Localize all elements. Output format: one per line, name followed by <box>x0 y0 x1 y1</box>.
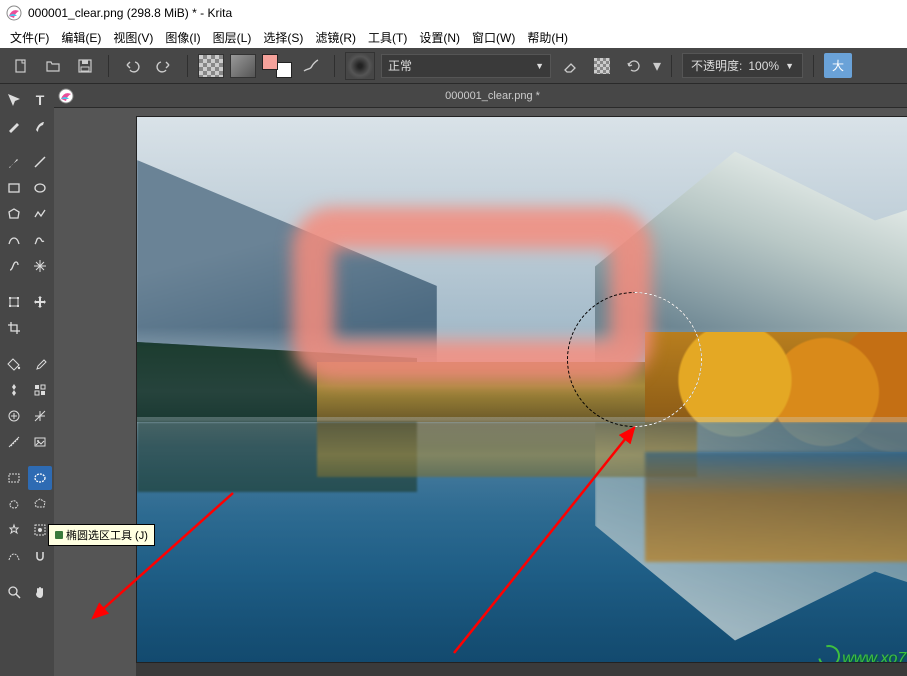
assistants-tool[interactable] <box>28 404 52 428</box>
polygon-tool[interactable] <box>2 202 26 226</box>
menu-help[interactable]: 帮助(H) <box>521 27 574 48</box>
bezier-select-tool[interactable] <box>2 544 26 568</box>
document-tab-bar: 000001_clear.png * <box>54 84 907 108</box>
zoom-tool[interactable] <box>2 580 26 604</box>
menu-window[interactable]: 窗口(W) <box>466 27 521 48</box>
selection-marquee[interactable] <box>567 292 702 427</box>
canvas-viewport[interactable]: www.xo7.com <box>54 108 907 676</box>
open-file-button[interactable] <box>40 53 66 79</box>
bezier-tool[interactable] <box>2 228 26 252</box>
menu-settings[interactable]: 设置(N) <box>413 27 466 48</box>
magnetic-select-tool[interactable] <box>28 544 52 568</box>
color-picker-tool[interactable] <box>28 352 52 376</box>
menu-edit[interactable]: 编辑(E) <box>55 27 107 48</box>
document-tab-title[interactable]: 000001_clear.png * <box>82 90 903 102</box>
ellipse-tool[interactable] <box>28 176 52 200</box>
foreground-color-swatch[interactable] <box>262 54 278 70</box>
menu-file[interactable]: 文件(F) <box>4 27 55 48</box>
menu-tool[interactable]: 工具(T) <box>362 27 413 48</box>
window-titlebar: 000001_clear.png (298.8 MiB) * - Krita <box>0 0 907 26</box>
separator <box>108 55 109 77</box>
tooltip-icon <box>55 531 63 539</box>
transform-tool[interactable] <box>2 290 26 314</box>
annotation-arrow <box>78 488 238 628</box>
brush-tool[interactable] <box>2 150 26 174</box>
opacity-field[interactable]: 不透明度: 100% ▼ <box>682 53 803 78</box>
menu-select[interactable]: 选择(S) <box>257 27 309 48</box>
menu-view[interactable]: 视图(V) <box>107 27 159 48</box>
reload-preset-button[interactable] <box>621 53 647 79</box>
blend-mode-select[interactable]: 正常 ▼ <box>381 54 551 78</box>
polyline-tool[interactable] <box>28 202 52 226</box>
menubar: 文件(F) 编辑(E) 视图(V) 图像(I) 图层(L) 选择(S) 滤镜(R… <box>0 26 907 48</box>
blend-mode-value: 正常 <box>388 57 412 74</box>
chevron-down-icon: ▼ <box>535 61 544 71</box>
menu-filter[interactable]: 滤镜(R) <box>309 27 362 48</box>
rect-select-tool[interactable] <box>2 466 26 490</box>
workspace-button[interactable]: 大 <box>824 53 852 78</box>
chevron-down-icon: ▼ <box>785 61 794 71</box>
gradient-swatch[interactable] <box>230 54 256 78</box>
rectangle-tool[interactable] <box>2 176 26 200</box>
save-file-button[interactable] <box>72 53 98 79</box>
krita-logo-icon <box>6 5 22 21</box>
alpha-lock-button[interactable] <box>589 53 615 79</box>
redo-button[interactable] <box>151 53 177 79</box>
window-title: 000001_clear.png (298.8 MiB) * - Krita <box>28 6 232 20</box>
tooltip-text: 椭圆选区工具 (J) <box>66 530 148 542</box>
measure-tool[interactable] <box>2 430 26 454</box>
toolbox: T <box>0 84 54 676</box>
pan-tool[interactable] <box>28 580 52 604</box>
separator <box>671 55 672 77</box>
fill-tool[interactable] <box>2 352 26 376</box>
krita-logo-icon <box>58 88 74 104</box>
undo-button[interactable] <box>119 53 145 79</box>
edit-shapes-tool[interactable] <box>2 114 26 138</box>
canvas-area: 000001_clear.png * www.xo7.com <box>54 84 907 676</box>
pattern-swatch[interactable] <box>198 54 224 78</box>
tooltip: 椭圆选区工具 (J) <box>48 524 155 546</box>
freehand-select-tool[interactable] <box>2 492 26 516</box>
crop-tool[interactable] <box>2 316 26 340</box>
chevron-down-icon[interactable]: ▾ <box>653 56 661 76</box>
background-color-swatch[interactable] <box>276 62 292 78</box>
polygon-select-tool[interactable] <box>28 492 52 516</box>
smart-fill-tool[interactable] <box>2 404 26 428</box>
gradient-tool[interactable] <box>2 378 26 402</box>
horizontal-scrollbar[interactable] <box>136 662 907 676</box>
calligraphy-tool[interactable] <box>28 114 52 138</box>
opacity-value: 100% <box>748 59 779 73</box>
top-toolbar: 正常 ▼ ▾ 不透明度: 100% ▼ 大 <box>0 48 907 84</box>
opacity-label: 不透明度: <box>691 57 742 74</box>
reference-tool[interactable] <box>28 430 52 454</box>
multibrush-tool[interactable] <box>28 254 52 278</box>
line-tool[interactable] <box>28 150 52 174</box>
color-swatch-pair[interactable] <box>262 54 292 78</box>
freehand-path-tool[interactable] <box>28 228 52 252</box>
separator <box>813 55 814 77</box>
pattern-tool[interactable] <box>28 378 52 402</box>
ellipse-select-tool[interactable] <box>28 466 52 490</box>
text-tool[interactable]: T <box>28 88 52 112</box>
move-tool[interactable] <box>2 88 26 112</box>
contiguous-select-tool[interactable] <box>2 518 26 542</box>
scenery-reflection <box>645 452 907 562</box>
dyna-tool[interactable] <box>2 254 26 278</box>
menu-image[interactable]: 图像(I) <box>159 27 206 48</box>
brush-preview[interactable] <box>345 52 375 80</box>
separator <box>334 55 335 77</box>
menu-layer[interactable]: 图层(L) <box>207 27 258 48</box>
brush-edit-button[interactable] <box>298 53 324 79</box>
eraser-toggle-button[interactable] <box>557 53 583 79</box>
separator <box>187 55 188 77</box>
empty-tool-slot <box>28 316 52 340</box>
move-layer-tool[interactable] <box>28 290 52 314</box>
new-file-button[interactable] <box>8 53 34 79</box>
annotation-arrow <box>444 418 644 658</box>
